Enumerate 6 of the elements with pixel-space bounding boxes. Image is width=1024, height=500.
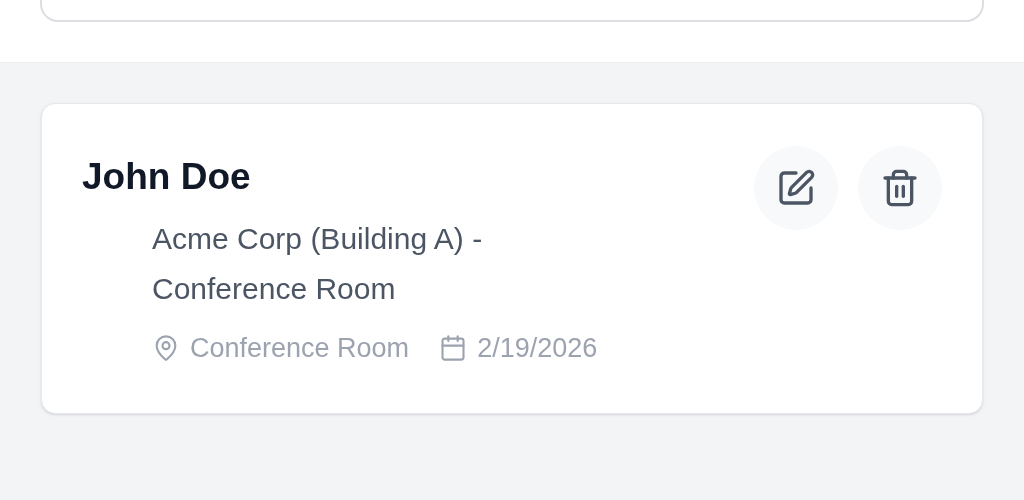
entry-description: Acme Corp (Building A) - Conference Room — [152, 221, 484, 307]
entry-location: Conference Room — [190, 332, 410, 365]
calendar-icon — [439, 334, 468, 363]
edit-icon — [776, 168, 816, 208]
entry-name: John Doe — [82, 155, 252, 199]
entry-date: 2/19/2026 — [477, 332, 598, 365]
